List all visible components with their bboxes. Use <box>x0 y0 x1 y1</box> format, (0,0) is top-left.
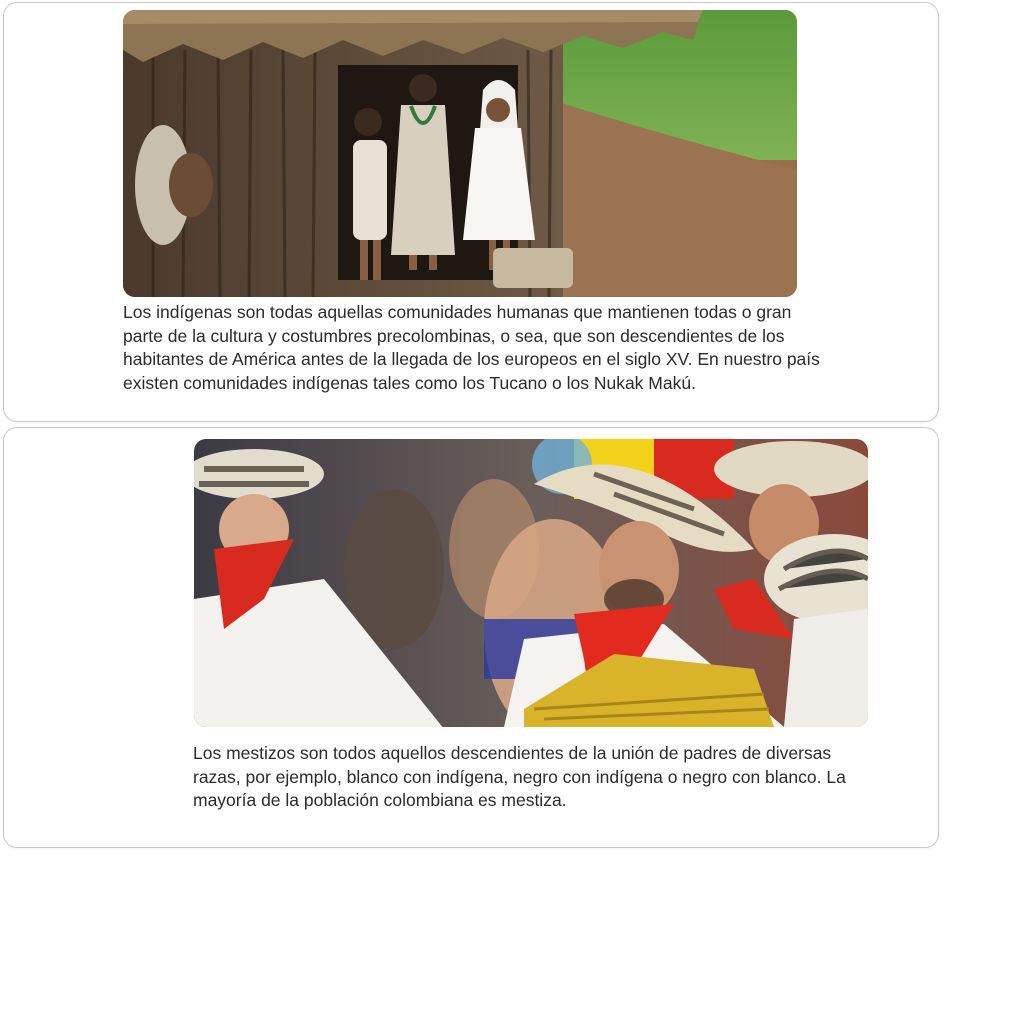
festival-scene-illustration <box>194 439 868 727</box>
indigenous-children-photo <box>123 10 797 297</box>
hut-scene-illustration <box>123 10 797 297</box>
page: Los indígenas son todas aquellas comunid… <box>0 0 1024 1024</box>
mestizo-festival-photo <box>194 439 868 727</box>
mestizos-paragraph: Los mestizos son todos aquellos descendi… <box>193 743 846 810</box>
content-card-mestizos: Los mestizos son todos aquellos descendi… <box>3 427 939 848</box>
content-card-indigenas: Los indígenas son todas aquellas comunid… <box>3 2 939 422</box>
indigenas-paragraph: Los indígenas son todas aquellas comunid… <box>123 302 820 393</box>
